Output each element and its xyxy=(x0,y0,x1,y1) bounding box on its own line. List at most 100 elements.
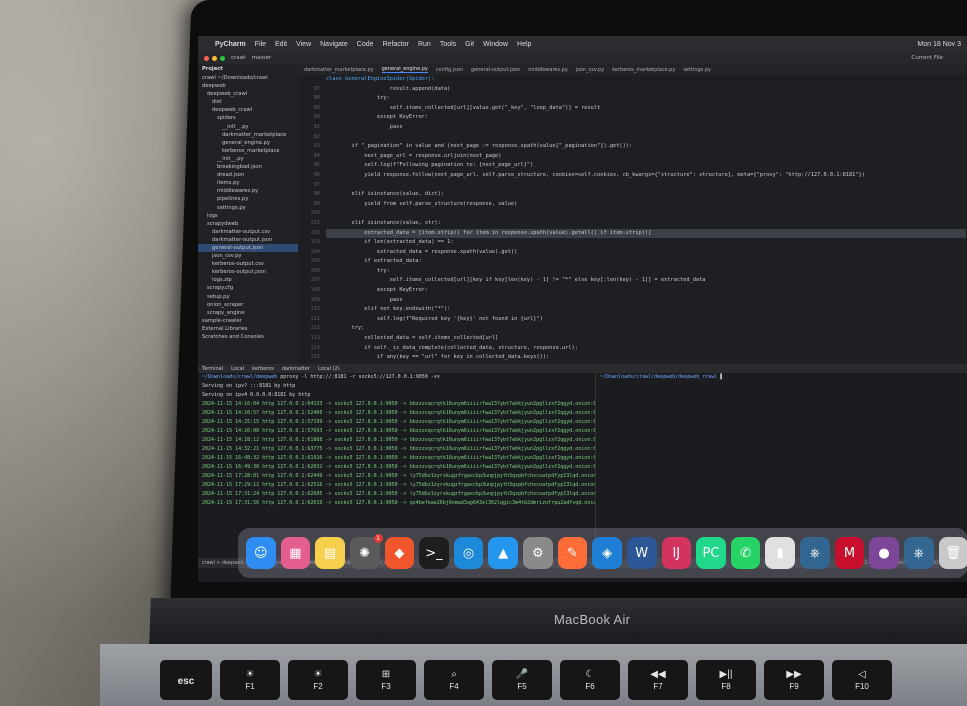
pycharm-icon[interactable]: PC xyxy=(696,537,726,569)
sidebar-tree-item[interactable]: dread.json xyxy=(198,171,298,179)
code-line[interactable]: self.items_collected[url][key if key[len… xyxy=(326,276,966,286)
menubar-clock[interactable]: Mon 18 Nov 3 xyxy=(917,41,967,48)
key-f10[interactable]: ◁ F10 xyxy=(832,660,892,700)
key-f2[interactable]: ☀ F2 xyxy=(288,660,348,700)
code-line[interactable]: if len(extracted_data) == 1: xyxy=(326,238,966,248)
sidebar-tree-item[interactable]: deepweb xyxy=(198,82,298,90)
code-line[interactable]: extracted_data = response.xpath(value).g… xyxy=(326,248,966,258)
code-line[interactable]: self.log(f"Following pagination to: {nex… xyxy=(326,161,966,171)
code-line[interactable]: elif not key.endswith("*"): xyxy=(326,305,966,315)
system-settings-icon[interactable]: ⚙ xyxy=(523,537,553,569)
sidebar-tree-item[interactable]: pipelines.py xyxy=(198,195,298,203)
sidebar-tree-item[interactable]: logs xyxy=(198,212,298,220)
sidebar-tree-item[interactable]: kerberos_marketplace xyxy=(198,147,298,155)
code-line[interactable]: next_page_url = response.urljoin(next_pa… xyxy=(326,152,966,162)
code-line[interactable] xyxy=(326,133,966,143)
code-line[interactable] xyxy=(326,181,966,191)
key-f1[interactable]: ☀ F1 xyxy=(220,660,280,700)
code-line[interactable]: self.log(f"Required key '{key}' not foun… xyxy=(326,315,966,325)
finder-icon[interactable]: ☺ xyxy=(246,537,276,569)
menu-help[interactable]: Help xyxy=(517,41,531,48)
terminal-tab[interactable]: Terminal xyxy=(202,366,223,372)
notes-icon[interactable]: ▤ xyxy=(315,537,345,569)
sidebar-tree-item[interactable]: deepweb_crawl xyxy=(198,106,298,114)
zoom-window-button[interactable] xyxy=(220,55,225,61)
code-line[interactable]: if any(key == "url" for key in collected… xyxy=(326,353,966,363)
word-icon[interactable]: W xyxy=(626,537,657,569)
code-line[interactable]: try: xyxy=(326,324,966,334)
key-esc[interactable]: esc xyxy=(160,660,212,700)
postman-icon[interactable]: ✎ xyxy=(557,537,588,569)
code-line[interactable]: if extracted_data: xyxy=(326,257,966,267)
postgres-icon[interactable]: ⎈ xyxy=(903,537,934,569)
editor-tab[interactable]: json_csv.py xyxy=(576,67,604,73)
code-editor[interactable]: 97 88 89 90 91 92 93 94 95 96 97 98 99 100 101 102 103 10… xyxy=(298,75,967,364)
code-line[interactable]: yield from self.parse_structure(response… xyxy=(326,200,966,210)
code-line[interactable]: yield response.follow(next_page_url, sel… xyxy=(326,171,966,181)
key-f6[interactable]: ☾ F6 xyxy=(560,660,620,700)
menu-run[interactable]: Run xyxy=(418,41,431,48)
sidebar-tree-item[interactable]: __init__.py xyxy=(198,123,298,131)
editor-tab[interactable]: middlewares.py xyxy=(528,67,568,73)
terminal-tab[interactable]: Local (2) xyxy=(318,366,340,372)
sidebar-tree-item[interactable]: scrapydweb xyxy=(198,220,298,228)
minimize-window-button[interactable] xyxy=(212,55,217,61)
branch-selector[interactable]: master xyxy=(252,55,271,61)
terminal-icon[interactable]: >_ xyxy=(419,537,449,569)
brave-icon[interactable]: ◆ xyxy=(384,537,415,569)
code-line[interactable]: elif isinstance(value, dict): xyxy=(326,190,966,200)
sidebar-tree-item[interactable]: scrapy.cfg xyxy=(198,284,298,292)
pgadmin-icon[interactable]: ⎈ xyxy=(800,537,830,569)
code-line[interactable]: elif isinstance(value, str): xyxy=(326,219,966,229)
menu-navigate[interactable]: Navigate xyxy=(320,41,348,48)
editor-tab[interactable]: settings.py xyxy=(683,67,711,73)
code-line[interactable]: if "_pagination" in value and (next_page… xyxy=(326,142,966,152)
sidebar-tree-item[interactable]: json_csv.py xyxy=(198,252,298,260)
key-f5[interactable]: 🎤 F5 xyxy=(492,660,552,700)
sidebar-tree-item[interactable]: scrapy_engine xyxy=(198,309,298,317)
run-config-selector[interactable]: Current File xyxy=(911,55,967,61)
project-selector[interactable]: crawl xyxy=(231,55,246,61)
key-f4[interactable]: ⌕ F4 xyxy=(424,660,484,700)
menu-file[interactable]: File xyxy=(255,41,266,48)
code-line[interactable]: except KeyError: xyxy=(326,286,966,296)
key-f3[interactable]: ⊞ F3 xyxy=(356,660,416,700)
code-line[interactable] xyxy=(326,209,966,219)
docker-icon[interactable]: ▲ xyxy=(488,537,518,569)
key-f7[interactable]: ◀◀ F7 xyxy=(628,660,688,700)
close-window-button[interactable] xyxy=(204,55,209,61)
sidebar-tree-item[interactable]: darkmatter-output.csv xyxy=(198,228,298,236)
editor-tab[interactable]: general-output.json xyxy=(471,67,520,73)
menu-refactor[interactable]: Refactor xyxy=(383,41,409,48)
launchpad-icon[interactable]: ▦ xyxy=(280,537,311,569)
code-line[interactable]: result.append(data) xyxy=(326,85,966,95)
menubar-app-name[interactable]: PyCharm xyxy=(215,41,246,48)
sidebar-tree-item[interactable]: sample-crawler xyxy=(198,317,298,325)
chatgpt-icon[interactable]: ✺ 1 xyxy=(349,534,383,569)
code-line[interactable]: if self._is_data_complete(collected_data… xyxy=(326,344,966,354)
vscode-icon[interactable]: ◈ xyxy=(592,537,622,569)
code-line[interactable]: self.items_collected[url][value.get("_ke… xyxy=(326,104,966,114)
menu-edit[interactable]: Edit xyxy=(275,41,287,48)
code-area[interactable]: class GeneralEngineSpider(Spider): resul… xyxy=(326,75,966,364)
menu-git[interactable]: Git xyxy=(465,41,474,48)
menu-window[interactable]: Window xyxy=(483,41,508,48)
sidebar-tree-item[interactable]: darkmatter_marketplace xyxy=(198,131,298,139)
sidebar-tree-item[interactable]: kerberos-output.json xyxy=(198,268,298,276)
tor-browser-icon[interactable]: ● xyxy=(869,537,899,569)
edge-icon[interactable]: ◎ xyxy=(453,537,484,569)
sidebar-tree-item[interactable]: middlewares.py xyxy=(198,187,298,195)
code-line[interactable]: extracted_data = [item.strip() for item … xyxy=(326,228,966,239)
menu-code[interactable]: Code xyxy=(357,41,374,48)
sidebar-tree-item[interactable]: general_engine.py xyxy=(198,139,298,147)
sidebar-tree-item[interactable]: deepweb_crawl xyxy=(198,90,298,98)
terminal-tab[interactable]: darkmatter xyxy=(282,366,310,372)
sidebar-tree-item[interactable]: dist xyxy=(198,98,298,106)
sidebar-tree-item[interactable]: general-output.json xyxy=(198,243,298,253)
sidebar-tree-item[interactable]: items.py xyxy=(198,179,298,187)
key-f8[interactable]: ▶|| F8 xyxy=(696,660,756,700)
code-line[interactable]: pass xyxy=(326,296,966,306)
whatsapp-icon[interactable]: ✆ xyxy=(730,537,761,569)
trash-icon[interactable]: 🗑 xyxy=(938,537,967,569)
pdf-viewer-icon[interactable]: ▮ xyxy=(765,537,795,569)
